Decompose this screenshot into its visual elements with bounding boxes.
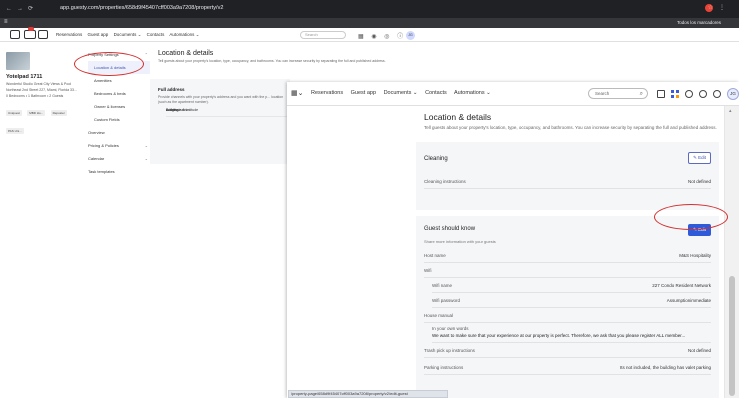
main-content: Location & details Tell guests about you… [411,106,724,398]
nav-guest-app[interactable]: Guest app [351,90,376,96]
full-address-title: Full address [158,87,185,92]
menu-task-templates[interactable]: Task templates [88,165,150,178]
wifi-name-value: 227 Condo Resident Network [652,283,711,288]
bg-section-title: Location & details [158,50,214,57]
wifi-password-row: Wifi password Assumptionimmediate [432,293,711,308]
search-placeholder: Search [595,91,610,96]
page-title: Location & details [424,112,492,122]
property-tags: Uniquest MBD Ho... Reposter PAS Uni... [6,101,84,137]
avatar[interactable]: JG [727,88,739,100]
cleaning-title: Cleaning [424,156,448,162]
property-tag[interactable]: Reposter [50,110,67,116]
cleaning-instructions-value: Not defined [687,179,711,184]
avatar[interactable]: JG [406,31,415,40]
bg-nav-items: Reservations Guest app Documents ⌄ Conta… [56,32,203,38]
settings-icon[interactable] [685,90,693,98]
bg-app-header: Reservations Guest app Documents ⌄ Conta… [0,27,739,42]
main-nav: Reservations Guest app Documents ⌄ Conta… [311,90,497,96]
wifi-name-row: Wifi name 227 Condo Resident Network [432,278,711,293]
nav-documents[interactable]: Documents ⌄ [384,90,418,96]
calendar-icon[interactable] [657,90,665,98]
trash-pickup-row: Trash pick up instructions Not defined [424,343,711,358]
menu-icon[interactable]: ≡ [4,19,8,25]
highlight-circle [654,204,728,230]
highlight-circle [74,52,144,76]
status-bar-url: /property-page/658d9f45407cff003a9a7208/… [288,390,448,398]
apps-grid-icon[interactable] [671,90,679,98]
bg-section-desc: Tell guests about your property's locati… [158,59,386,63]
nav-automations[interactable]: Automations ⌄ [169,32,199,37]
screenshot-stage: ←→⟳ app.guesty.com/properties/658d9f4540… [0,0,739,398]
wifi-password-value: Assumptionimmediate [666,298,711,303]
inbox-icon[interactable] [24,30,36,39]
own-words-row: In your own words We want to make sure t… [432,323,711,343]
cleaning-edit-button[interactable]: ✎ Edit [688,152,711,164]
calendar-icon[interactable]: ▦⌄ [291,89,303,97]
browser-nav-icons[interactable]: ←→⟳ [6,5,38,12]
parking-row: Parking instructions Its not included, t… [424,360,711,375]
own-words-value: We want to make sure that your experienc… [432,333,686,338]
help-icon[interactable] [699,90,707,98]
guest-should-know-card: Guest should know Share more information… [416,216,719,398]
calendar-icon[interactable] [38,30,48,39]
nav-guest-app[interactable]: Guest app [88,32,109,37]
host-name-value: M&S Hospitality [679,253,711,258]
search-icon: ⌕ [639,91,643,97]
bg-search-input[interactable]: Search [300,31,346,39]
menu-owner-licenses[interactable]: Owner & licenses [88,100,150,113]
property-subtitle: Wonderful Studio Great City Views & Pool [6,82,72,86]
full-address-desc: Provide channels with your property's ad… [158,95,284,104]
cleaning-card: Cleaning ✎ Edit Cleaning instructions No… [416,142,719,210]
nav-reservations[interactable]: Reservations [56,32,82,37]
home-icon[interactable] [10,30,20,39]
property-address: Northeast 2nd Street 227, Miami, Florida… [6,88,77,92]
bookmarks-bar: ≡ Todos los marcadores [0,18,739,28]
property-tag[interactable]: MBD Ho... [27,110,46,116]
wifi-row: Wifi [424,263,711,278]
nav-contacts[interactable]: Contacts [425,90,447,96]
property-tag[interactable]: Uniquest [6,110,22,116]
address-bar[interactable]: app.guesty.com/properties/658d9f45407cff… [60,5,223,11]
scroll-thumb[interactable] [729,276,735,396]
notifications-icon[interactable] [713,90,721,98]
all-bookmarks[interactable]: Todos los marcadores [677,20,721,25]
left-panel [287,106,411,398]
parking-value: Its not included, the building has valet… [619,365,711,370]
page-description: Tell guests about your property's locati… [424,125,717,130]
menu-bedrooms-beds[interactable]: Bedrooms & beds [88,87,150,100]
lat-long-row[interactable]: Longitude & Latitude [166,104,294,117]
bg-header-icons[interactable]: ▦ ◉ ◎ ⓘ [358,31,406,40]
cleaning-instructions-row: Cleaning instructions Not defined [424,174,711,189]
search-input[interactable]: Search ⌕ [588,88,648,99]
scroll-up-icon[interactable]: ▴ [729,108,732,114]
menu-amenities[interactable]: Amenities [88,74,150,87]
scrollbar[interactable]: ▴ [724,106,739,398]
trash-pickup-value: Not defined [687,348,711,353]
app-header: ▦⌄ Reservations Guest app Documents ⌄ Co… [287,82,739,106]
header-icons: JG [657,88,739,100]
property-specs: 0 Bedrooms • 1 Bathroom • 2 Guests [6,94,64,98]
menu-custom-fields[interactable]: Custom Fields [88,113,150,126]
browser-action-icons[interactable]: ☆⋮ [708,4,731,11]
property-photo [6,52,30,70]
nav-automations[interactable]: Automations ⌄ [454,90,491,96]
foreground-screenshot: ▦⌄ Reservations Guest app Documents ⌄ Co… [287,82,739,398]
notification-badge [28,27,34,31]
guest-should-know-title: Guest should know [424,226,476,232]
nav-contacts[interactable]: Contacts [147,32,165,37]
property-name: Yotelpad 1711 [6,74,43,80]
bg-location-section: Location & details Tell guests about you… [150,44,386,164]
property-tag[interactable]: PAS Uni... [6,128,24,134]
menu-calendar[interactable]: Calendar ⌄ [88,152,150,165]
nav-documents[interactable]: Documents ⌄ [114,32,142,37]
menu-pricing-policies[interactable]: Pricing & Policies ⌄ [88,139,150,152]
browser-chrome: ←→⟳ app.guesty.com/properties/658d9f4540… [0,0,739,18]
nav-reservations[interactable]: Reservations [311,90,343,96]
host-name-row: Host name M&S Hospitality [424,248,711,263]
guest-should-know-subtitle: Share more information with your guests [424,239,496,244]
full-address-panel: Full address Provide channels with your … [150,79,294,164]
house-manual-row: House manual [424,308,711,323]
property-card: Yotelpad 1711 Wonderful Studio Great Cit… [6,52,84,134]
menu-overview[interactable]: Overview [88,126,150,139]
